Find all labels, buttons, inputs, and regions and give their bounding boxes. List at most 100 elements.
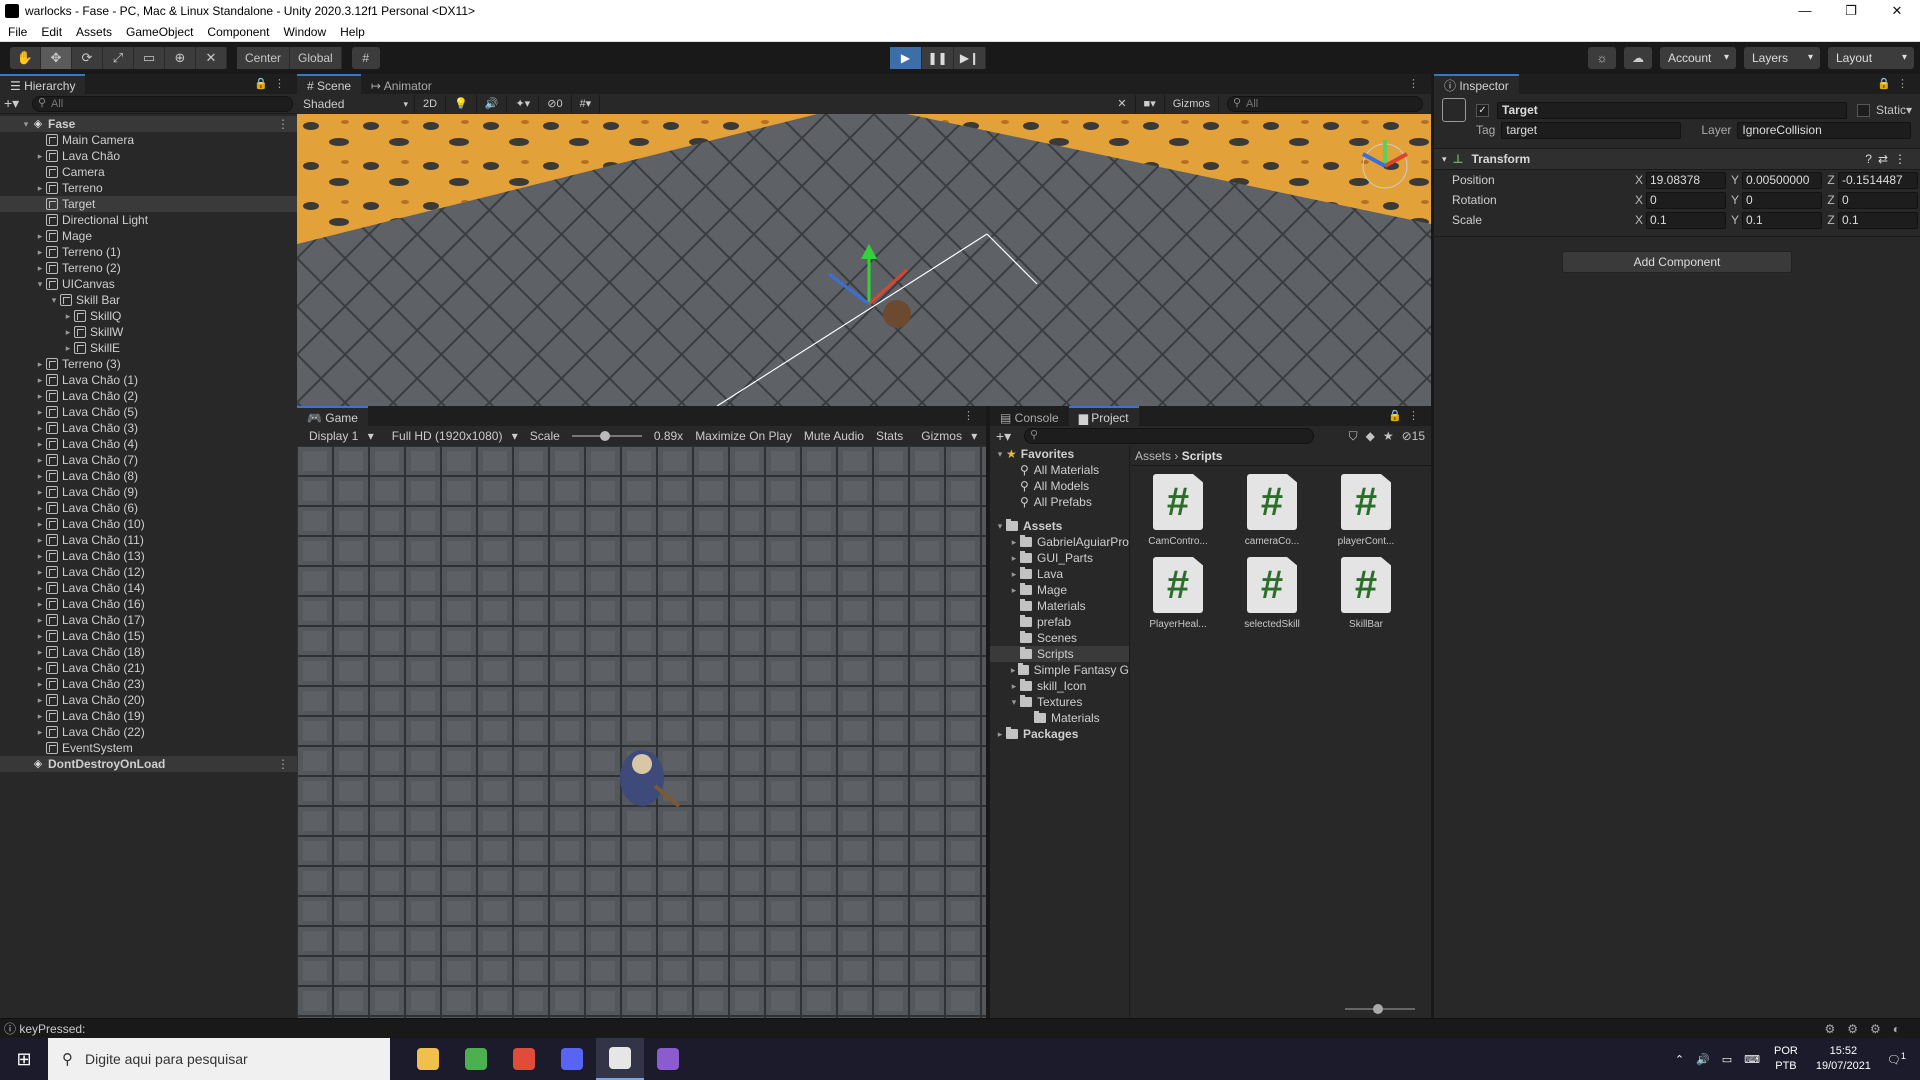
hierarchy-item[interactable]: ▸ Lava Chão (12)	[0, 564, 297, 580]
tab-game[interactable]: 🎮 Game	[297, 406, 368, 426]
taskbar-search-input[interactable]: ⚲ Digite aqui para pesquisar	[48, 1038, 390, 1080]
script-asset[interactable]: # CamContro...	[1131, 474, 1225, 547]
foldout-arrow-icon[interactable]: ▸	[34, 452, 46, 468]
foldout-arrow-icon[interactable]: ▸	[1008, 662, 1018, 678]
hierarchy-item[interactable]: ▸ Lava Chão (16)	[0, 596, 297, 612]
foldout-arrow-icon[interactable]: ▾	[1442, 154, 1447, 165]
tab-project[interactable]: ▆ Project	[1068, 406, 1139, 426]
game-gizmos-dropdown[interactable]: Gizmos ▾	[909, 429, 983, 443]
hierarchy-item[interactable]: ▸ Lava Chão (18)	[0, 644, 297, 660]
position-z-field[interactable]: -0.1514487	[1838, 171, 1918, 189]
foldout-arrow-icon[interactable]: ▾	[20, 116, 32, 132]
foldout-arrow-icon[interactable]: ▸	[34, 724, 46, 740]
grid-snap-icon[interactable]: #	[351, 47, 380, 69]
foldout-arrow-icon[interactable]: ▸	[62, 324, 74, 340]
foldout-arrow-icon[interactable]: ▸	[34, 580, 46, 596]
favorite-star-icon[interactable]: ★	[1383, 429, 1394, 443]
static-dropdown-icon[interactable]: ▾	[1906, 103, 1912, 117]
hierarchy-item[interactable]: ▸ Lava Chão (15)	[0, 628, 297, 644]
component-menu-icon[interactable]: ?⇄⋮	[1865, 152, 1912, 166]
hierarchy-item[interactable]: ▸ SkillE	[0, 340, 297, 356]
pivot-global-button[interactable]: Global	[290, 47, 342, 69]
project-search-input[interactable]	[1024, 428, 1314, 444]
hierarchy-item[interactable]: ▸ Lava Chão (10)	[0, 516, 297, 532]
scale-tool-icon[interactable]: ⤢	[103, 47, 134, 69]
favorite-item[interactable]: ⚲ All Models	[990, 478, 1129, 494]
hierarchy-item[interactable]: ▸ SkillQ	[0, 308, 297, 324]
panel-lock-icon[interactable]: 🔒⋮	[1388, 409, 1425, 422]
windows-start-icon[interactable]: ⊞	[0, 1038, 48, 1080]
tag-dropdown[interactable]: target	[1501, 121, 1682, 139]
minimize-button[interactable]: —	[1782, 0, 1828, 22]
hierarchy-item[interactable]: ▾ Skill Bar	[0, 292, 297, 308]
unity-app-icon[interactable]	[596, 1038, 644, 1080]
cloud-icon[interactable]: ☁	[1624, 47, 1652, 69]
position-x-field[interactable]: 19.08378	[1646, 171, 1726, 189]
script-asset[interactable]: # cameraCo...	[1225, 474, 1319, 547]
hierarchy-item[interactable]: ▸ Lava Chão (7)	[0, 452, 297, 468]
tray-chevron-icon[interactable]: ⌃	[1675, 1053, 1684, 1066]
discord-app-icon[interactable]	[548, 1038, 596, 1080]
file-explorer-app-icon[interactable]	[404, 1038, 452, 1080]
status-message[interactable]: keyPressed:	[19, 1022, 85, 1036]
custom-tool-icon[interactable]: ✕	[196, 47, 227, 69]
hierarchy-item[interactable]: ▸ SkillW	[0, 324, 297, 340]
hierarchy-item[interactable]: Main Camera	[0, 132, 297, 148]
project-folder[interactable]: ▸ Simple Fantasy G	[990, 662, 1129, 678]
camera-icon[interactable]: ■▾	[1136, 95, 1165, 113]
foldout-arrow-icon[interactable]: ▸	[34, 564, 46, 580]
breadcrumb-assets[interactable]: Assets	[1135, 449, 1171, 463]
filter-label-icon[interactable]: ◆	[1366, 429, 1375, 443]
hierarchy-item[interactable]: EventSystem	[0, 740, 297, 756]
script-asset[interactable]: # selectedSkill	[1225, 557, 1319, 630]
object-name-field[interactable]: Target	[1497, 101, 1847, 119]
step-button[interactable]: ▶❙	[954, 47, 986, 69]
stats-toggle[interactable]: Stats	[870, 429, 909, 443]
foldout-arrow-icon[interactable]: ▸	[34, 180, 46, 196]
hierarchy-item[interactable]: ▸ Lava Chão (11)	[0, 532, 297, 548]
hierarchy-item[interactable]: ▸ Terreno (3)	[0, 356, 297, 372]
packages-root[interactable]: ▸ Packages	[990, 726, 1129, 742]
foldout-arrow-icon[interactable]: ▸	[34, 436, 46, 452]
panel-lock-icon[interactable]: 🔒⋮	[1877, 77, 1914, 90]
static-checkbox[interactable]	[1856, 103, 1870, 117]
clock[interactable]: 15:52 19/07/2021	[1816, 1044, 1871, 1074]
scale-z-field[interactable]: 0.1	[1838, 211, 1918, 229]
layout-dropdown[interactable]: Layout	[1828, 47, 1914, 69]
hierarchy-item[interactable]: ▸ Mage	[0, 228, 297, 244]
project-folder[interactable]: ▸ GUI_Parts	[990, 550, 1129, 566]
hierarchy-item[interactable]: ▸ Lava Chão	[0, 148, 297, 164]
hierarchy-item[interactable]: ▸ Lava Chão (4)	[0, 436, 297, 452]
hierarchy-scene[interactable]: ◈ DontDestroyOnLoad ⋮	[0, 756, 297, 772]
foldout-arrow-icon[interactable]: ▸	[34, 244, 46, 260]
pause-button[interactable]: ❚❚	[922, 47, 954, 69]
foldout-arrow-icon[interactable]: ▸	[62, 340, 74, 356]
keyboard-icon[interactable]: ⌨	[1744, 1053, 1760, 1066]
project-folder[interactable]: ▸ Lava	[990, 566, 1129, 582]
volume-icon[interactable]: 🔊	[1696, 1053, 1710, 1066]
scale-x-field[interactable]: 0.1	[1646, 211, 1726, 229]
menu-edit[interactable]: Edit	[41, 25, 62, 39]
tab-scene[interactable]: # Scene	[297, 74, 362, 94]
foldout-arrow-icon[interactable]: ▸	[34, 532, 46, 548]
foldout-arrow-icon[interactable]: ▸	[1008, 566, 1020, 582]
hierarchy-item[interactable]: ▸ Lava Chão (5)	[0, 404, 297, 420]
foldout-arrow-icon[interactable]: ▸	[34, 420, 46, 436]
foldout-arrow-icon[interactable]: ▾	[34, 276, 46, 292]
active-checkbox[interactable]: ✓	[1476, 103, 1489, 117]
hierarchy-item[interactable]: Target	[0, 196, 297, 212]
project-folder[interactable]: ▾ Textures	[990, 694, 1129, 710]
hierarchy-item[interactable]: ▸ Lava Chão (13)	[0, 548, 297, 564]
project-folder[interactable]: Scenes	[990, 630, 1129, 646]
foldout-arrow-icon[interactable]: ▸	[1008, 550, 1020, 566]
project-folder[interactable]: ▸ skill_Icon	[990, 678, 1129, 694]
favorites-header[interactable]: ▾ ★ Favorites	[990, 446, 1129, 462]
grid-icon[interactable]: #▾	[572, 95, 601, 113]
notepad-app-icon[interactable]	[452, 1038, 500, 1080]
hierarchy-item[interactable]: ▸ Lava Chão (1)	[0, 372, 297, 388]
scene-search-input[interactable]: All	[1227, 96, 1423, 112]
hidden-objects-toggle[interactable]: ⊘0	[539, 95, 572, 113]
project-folder[interactable]: Materials	[990, 598, 1129, 614]
foldout-arrow-icon[interactable]: ▸	[34, 612, 46, 628]
foldout-arrow-icon[interactable]: ▸	[34, 468, 46, 484]
